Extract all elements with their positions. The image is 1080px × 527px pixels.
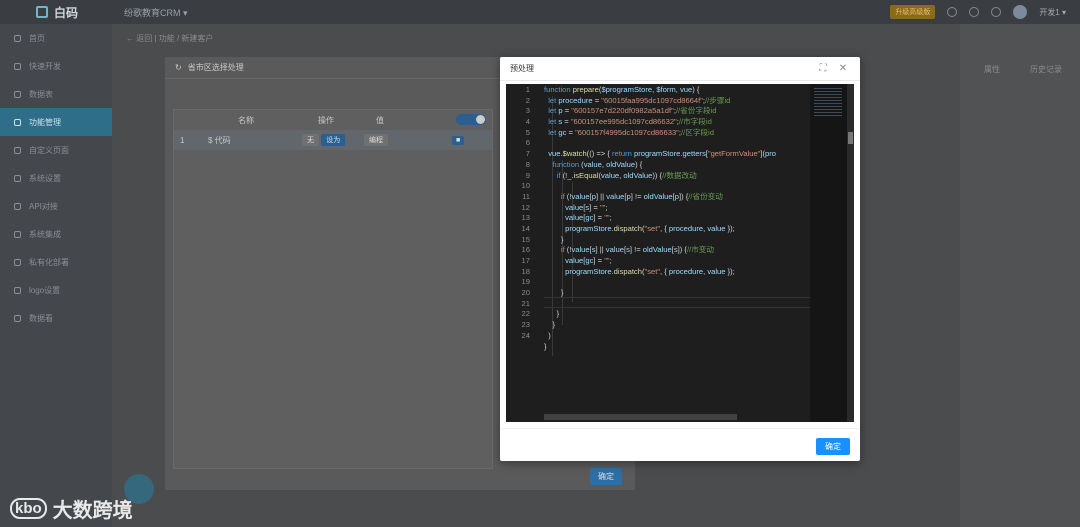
modal-confirm-button[interactable]: 确定 bbox=[590, 468, 622, 485]
vertical-scrollbar[interactable] bbox=[847, 84, 854, 422]
line-number: 16 bbox=[521, 245, 530, 255]
line-number: 4 bbox=[525, 117, 530, 127]
api-icon bbox=[14, 202, 21, 210]
logo-icon bbox=[36, 6, 48, 18]
sidebar-item-deploy[interactable]: 私有化部署 bbox=[0, 248, 112, 276]
line-number: 17 bbox=[521, 256, 530, 265]
line-number: 18 bbox=[521, 266, 530, 276]
expand-icon[interactable]: ⛶ bbox=[816, 62, 830, 76]
line-number: 7 bbox=[525, 149, 530, 159]
bolt-icon bbox=[14, 62, 21, 70]
line-number: 3 bbox=[525, 106, 530, 116]
sidebar-item-api[interactable]: API对接 bbox=[0, 192, 112, 220]
play-icon[interactable] bbox=[947, 7, 958, 17]
line-number: 8 bbox=[525, 159, 530, 169]
sidebar-item-quick-dev[interactable]: 快速开发 bbox=[0, 52, 112, 80]
show-toggle[interactable] bbox=[450, 113, 492, 127]
preprocess-dialog: 预处理 ⛶ ✕ 1 2 3 4 5 6 7 8 9 10 11 12 13 14 15 16 17 18 19 20 2… bbox=[500, 57, 860, 461]
sidebar-item-settings[interactable]: 系统设置 bbox=[0, 164, 112, 192]
dialog-header: 预处理 ⛶ ✕ bbox=[500, 57, 860, 81]
set-button[interactable]: 设为 bbox=[321, 134, 346, 146]
line-number: 23 bbox=[521, 320, 530, 330]
user-menu[interactable]: 开发1 ▾ bbox=[1039, 7, 1066, 18]
sidebar-item-home[interactable]: 首页 bbox=[0, 24, 112, 52]
code-editor[interactable]: 1 2 3 4 5 6 7 8 9 10 11 12 13 14 15 16 17 18 19 20 21 22 23 24 … bbox=[506, 84, 854, 422]
refresh-icon[interactable]: ↻ bbox=[175, 63, 182, 72]
bell-icon[interactable] bbox=[991, 7, 1002, 17]
breadcrumb[interactable]: ← 返回 | 功能 / 新建客户 bbox=[126, 33, 213, 44]
close-icon[interactable]: ✕ bbox=[836, 62, 850, 76]
none-button[interactable]: 无 bbox=[302, 134, 319, 146]
line-number: 22 bbox=[521, 309, 530, 319]
sidebar-item-logo[interactable]: logo设置 bbox=[0, 276, 112, 304]
line-number: 13 bbox=[521, 213, 530, 223]
cloud-icon[interactable] bbox=[969, 7, 980, 17]
tab-properties[interactable]: 属性 bbox=[984, 64, 1000, 75]
function-icon bbox=[14, 118, 21, 126]
code-content[interactable]: function prepare($programStore, $form, v… bbox=[544, 84, 810, 422]
home-icon bbox=[14, 34, 21, 42]
link-icon bbox=[14, 230, 21, 238]
right-panel: 属性 历史记录 bbox=[960, 24, 1080, 527]
server-icon bbox=[14, 258, 21, 266]
program-button[interactable]: 编程 bbox=[364, 134, 388, 146]
app-logo[interactable]: 白码 bbox=[0, 4, 112, 21]
sidebar-item-tables[interactable]: 数据表 bbox=[0, 80, 112, 108]
top-bar: 白码 纷歌教育CRM ▾ 升级高级版 开发1 ▾ bbox=[0, 0, 1080, 24]
sidebar-item-functions[interactable]: 功能管理 bbox=[0, 108, 112, 136]
avatar[interactable] bbox=[1013, 5, 1028, 19]
config-table: 名称 操作 值 1 $ 代码 无 设为 编程 ■ bbox=[173, 109, 493, 469]
line-number: 10 bbox=[521, 181, 530, 191]
image-icon bbox=[14, 286, 21, 294]
page-icon bbox=[14, 146, 21, 154]
table-row[interactable]: 1 $ 代码 无 设为 编程 ■ bbox=[174, 130, 492, 150]
gear-icon bbox=[14, 174, 21, 182]
line-number: 15 bbox=[521, 234, 530, 244]
line-number: 19 bbox=[521, 277, 530, 287]
line-number: 20 bbox=[521, 288, 530, 298]
line-number: 12 bbox=[521, 202, 530, 212]
line-number: 9 bbox=[525, 170, 530, 180]
line-number: 6 bbox=[525, 138, 530, 148]
dialog-footer: 确定 bbox=[500, 428, 860, 461]
upgrade-badge[interactable]: 升级高级版 bbox=[890, 5, 936, 19]
line-number: 24 bbox=[521, 330, 530, 340]
code-minimap[interactable] bbox=[810, 84, 847, 422]
sidebar: 首页 快速开发 数据表 功能管理 自定义页面 系统设置 API对接 系统集成 私… bbox=[0, 24, 112, 527]
logo-text: 白码 bbox=[54, 5, 79, 20]
line-number: 5 bbox=[525, 127, 530, 137]
watermark-logo: kbo 大数跨境 bbox=[10, 494, 133, 523]
line-number: 14 bbox=[521, 223, 530, 233]
sidebar-item-dashboard[interactable]: 数据看 bbox=[0, 304, 112, 332]
dialog-title: 预处理 bbox=[510, 64, 534, 73]
sidebar-item-integration[interactable]: 系统集成 bbox=[0, 220, 112, 248]
table-header: 名称 操作 值 bbox=[174, 110, 492, 130]
sidebar-item-pages[interactable]: 自定义页面 bbox=[0, 136, 112, 164]
line-number: 11 bbox=[522, 191, 530, 201]
line-number: 21 bbox=[521, 298, 530, 308]
modal-title: 省市区选择处理 bbox=[187, 63, 244, 72]
table-icon bbox=[14, 90, 21, 98]
tab-history[interactable]: 历史记录 bbox=[1030, 64, 1062, 75]
horizontal-scrollbar[interactable] bbox=[544, 414, 737, 420]
line-number: 1 bbox=[525, 85, 530, 94]
line-number: 2 bbox=[525, 95, 530, 105]
chart-icon bbox=[14, 314, 21, 322]
app-switcher[interactable]: 纷歌教育CRM ▾ bbox=[124, 6, 188, 19]
ok-button[interactable]: 确定 bbox=[816, 438, 850, 455]
line-number-gutter: 1 2 3 4 5 6 7 8 9 10 11 12 13 14 15 16 17 18 19 20 21 22 23 24 bbox=[506, 84, 538, 422]
